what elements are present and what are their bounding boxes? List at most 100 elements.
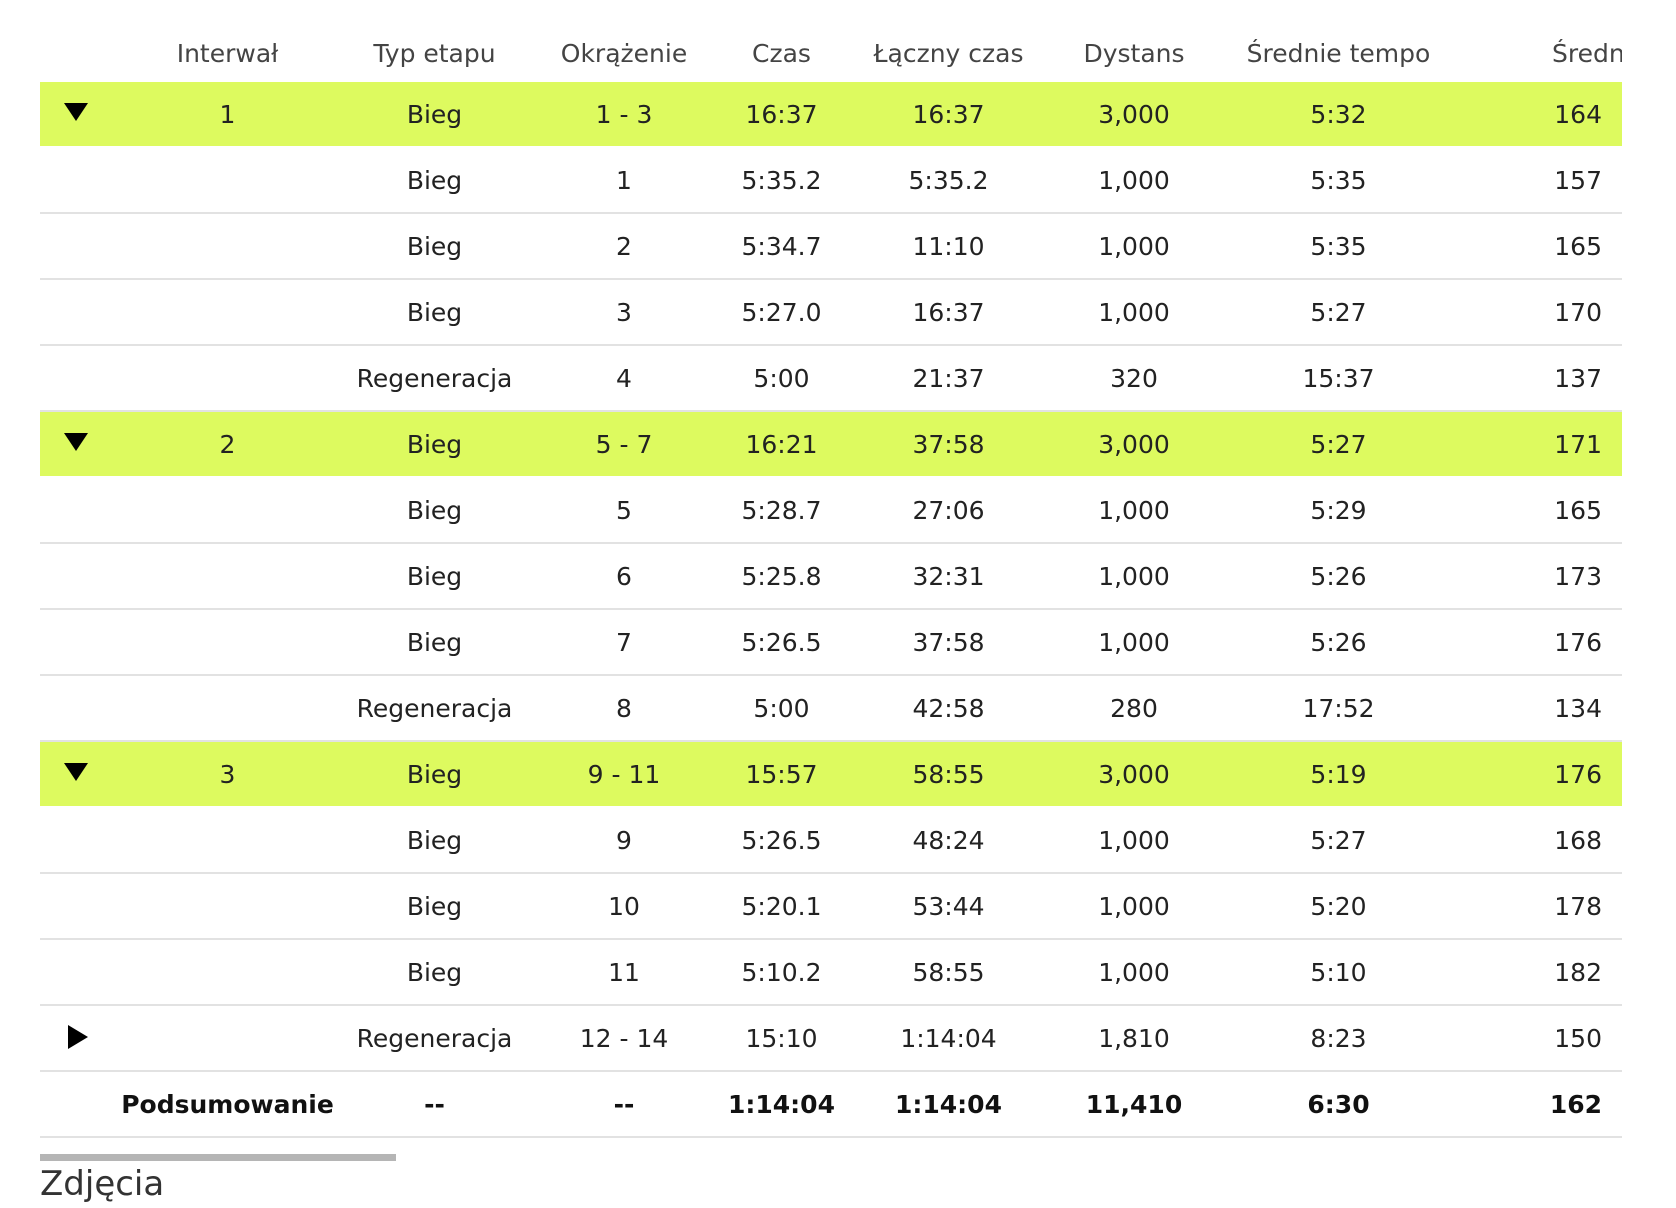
- cell-avg-pace: 17:52: [1302, 693, 1375, 723]
- header-total-time[interactable]: Łączny czas: [844, 39, 1053, 68]
- cell-lap: 9: [616, 825, 632, 855]
- cell-interval: 1: [219, 99, 236, 129]
- cell-total-time: 21:37: [912, 363, 985, 393]
- cell-distance: 1,000: [1098, 825, 1170, 855]
- cell-type: Bieg: [406, 495, 463, 525]
- summary-toggle-spacer: [40, 1072, 115, 1136]
- cell-time: 5:26.5: [741, 825, 822, 855]
- cell-type: Bieg: [406, 165, 463, 195]
- cell-distance: 1,000: [1098, 561, 1170, 591]
- header-avg-pace[interactable]: Średnie tempo: [1215, 39, 1462, 68]
- cell-avg-hr: 171: [1554, 429, 1602, 459]
- cell-avg-hr: 157: [1554, 165, 1602, 195]
- cell-distance: 1,810: [1098, 1023, 1170, 1053]
- triangle-right-icon[interactable]: [68, 1025, 88, 1049]
- interval-group-row[interactable]: 1 Bieg 1 - 3 16:37 16:37 3,000 5:32 164: [40, 82, 1622, 148]
- cell-distance: 1,000: [1098, 495, 1170, 525]
- cell-avg-pace: 5:35: [1310, 165, 1367, 195]
- cell-total-time: 48:24: [912, 825, 985, 855]
- triangle-down-icon[interactable]: [64, 433, 88, 451]
- cell-avg-hr: 150: [1554, 1023, 1602, 1053]
- cell-lap: 9 - 11: [587, 759, 661, 789]
- cell-type: Bieg: [406, 957, 463, 987]
- header-lap[interactable]: Okrążenie: [529, 39, 719, 68]
- cell-time: 5:20.1: [741, 891, 822, 921]
- cell-time: 5:00: [753, 363, 810, 393]
- interval-group-row[interactable]: 2 Bieg 5 - 7 16:21 37:58 3,000 5:27 171: [40, 412, 1622, 478]
- cell-total-time: 58:55: [912, 759, 985, 789]
- cell-time: 15:10: [745, 1023, 818, 1053]
- table-body: 1 Bieg 1 - 3 16:37 16:37 3,000 5:32 164 Bieg 1 5:3…: [40, 82, 1622, 1072]
- lap-row: Regeneracja 4 5:00 21:37 320 15:37 137: [40, 346, 1622, 412]
- header-type[interactable]: Typ etapu: [340, 39, 529, 68]
- photos-section-title: Zdjęcia: [40, 1164, 165, 1204]
- cell-total-time: 27:06: [912, 495, 985, 525]
- interval-group-row[interactable]: 3 Bieg 9 - 11 15:57 58:55 3,000 5:19 176: [40, 742, 1622, 808]
- cell-lap: 5: [616, 495, 632, 525]
- collapsed-group-row[interactable]: Regeneracja 12 - 14 15:10 1:14:04 1,810 8:23 1…: [40, 1006, 1622, 1072]
- row-toggle-cell[interactable]: [40, 412, 115, 476]
- header-interval[interactable]: Interwał: [115, 39, 340, 68]
- row-toggle-cell: [40, 148, 115, 212]
- row-toggle-cell[interactable]: [40, 742, 115, 806]
- header-time[interactable]: Czas: [719, 39, 844, 68]
- row-toggle-cell: [40, 478, 115, 542]
- cell-lap: 8: [616, 693, 632, 723]
- cell-avg-pace: 5:19: [1310, 759, 1367, 789]
- cell-distance: 280: [1110, 693, 1158, 723]
- cell-type: Bieg: [406, 627, 463, 657]
- row-toggle-cell[interactable]: [40, 1006, 115, 1070]
- cell-distance: 3,000: [1098, 99, 1170, 129]
- cell-avg-pace: 5:27: [1310, 825, 1367, 855]
- cell-interval: 3: [219, 759, 236, 789]
- cell-type: Bieg: [406, 891, 463, 921]
- cell-avg-pace: 5:26: [1310, 627, 1367, 657]
- cell-total-time: 16:37: [912, 297, 985, 327]
- cell-type: Regeneracja: [356, 693, 513, 723]
- cell-type: Bieg: [406, 759, 463, 789]
- row-toggle-cell[interactable]: [40, 82, 115, 146]
- cell-avg-hr: 165: [1554, 231, 1602, 261]
- cell-type: Bieg: [406, 231, 463, 261]
- cell-lap: 1 - 3: [595, 99, 653, 129]
- triangle-down-icon[interactable]: [64, 103, 88, 121]
- cell-avg-hr: 178: [1554, 891, 1602, 921]
- cell-time: 15:57: [745, 759, 818, 789]
- row-toggle-cell: [40, 610, 115, 674]
- cell-avg-pace: 5:26: [1310, 561, 1367, 591]
- triangle-down-icon[interactable]: [64, 763, 88, 781]
- cell-type: Bieg: [406, 429, 463, 459]
- lap-row: Regeneracja 8 5:00 42:58 280 17:52 134: [40, 676, 1622, 742]
- summary-avg-pace: 6:30: [1307, 1089, 1370, 1119]
- cell-avg-hr: 176: [1554, 627, 1602, 657]
- cell-distance: 1,000: [1098, 165, 1170, 195]
- summary-total-time: 1:14:04: [895, 1089, 1002, 1119]
- cell-lap: 4: [616, 363, 632, 393]
- cell-type: Bieg: [406, 99, 463, 129]
- cell-avg-hr: 173: [1554, 561, 1602, 591]
- lap-row: Bieg 5 5:28.7 27:06 1,000 5:29 165: [40, 478, 1622, 544]
- row-toggle-cell: [40, 940, 115, 1004]
- cell-total-time: 42:58: [912, 693, 985, 723]
- cell-avg-hr: 176: [1554, 759, 1602, 789]
- cell-avg-hr: 164: [1554, 99, 1602, 129]
- cell-lap: 11: [608, 957, 640, 987]
- lap-row: Bieg 9 5:26.5 48:24 1,000 5:27 168: [40, 808, 1622, 874]
- cell-lap: 2: [616, 231, 632, 261]
- cell-type: Bieg: [406, 825, 463, 855]
- cell-lap: 7: [616, 627, 632, 657]
- header-distance[interactable]: Dystans: [1053, 39, 1215, 68]
- cell-distance: 1,000: [1098, 957, 1170, 987]
- cell-time: 16:21: [745, 429, 818, 459]
- cell-time: 5:25.8: [741, 561, 822, 591]
- lap-row: Bieg 1 5:35.2 5:35.2 1,000 5:35 157: [40, 148, 1622, 214]
- cell-avg-pace: 5:29: [1310, 495, 1367, 525]
- cell-type: Bieg: [406, 297, 463, 327]
- cell-lap: 1: [616, 165, 632, 195]
- cell-avg-hr: 165: [1554, 495, 1602, 525]
- cell-time: 16:37: [745, 99, 818, 129]
- cell-avg-pace: 5:27: [1310, 297, 1367, 327]
- header-avg-hr[interactable]: Średnie tętno: [1462, 39, 1622, 68]
- header-toggle-spacer: [40, 25, 115, 82]
- cell-time: 5:28.7: [741, 495, 822, 525]
